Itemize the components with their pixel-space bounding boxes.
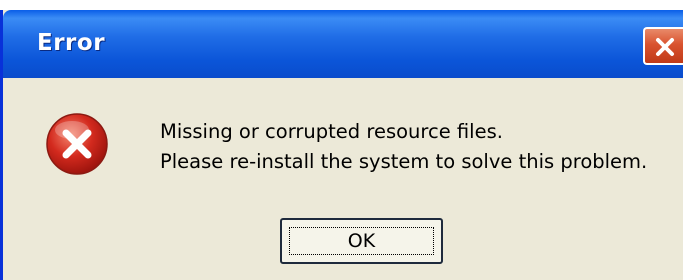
title-bar[interactable]: Error bbox=[3, 10, 683, 78]
message-line-2: Please re-install the system to solve th… bbox=[160, 150, 648, 173]
ok-button-label: OK bbox=[347, 230, 376, 252]
close-icon bbox=[656, 38, 674, 56]
error-icon bbox=[46, 113, 108, 175]
message-line-1: Missing or corrupted resource files. bbox=[160, 120, 503, 143]
close-button[interactable] bbox=[643, 27, 683, 65]
window-title: Error bbox=[37, 30, 106, 56]
ok-button[interactable]: OK bbox=[280, 218, 443, 264]
dialog-body: Missing or corrupted resource files. Ple… bbox=[3, 78, 683, 280]
error-message: Missing or corrupted resource files. Ple… bbox=[160, 117, 647, 177]
error-dialog-window: Error Missing or corrupted resource file… bbox=[0, 10, 683, 280]
